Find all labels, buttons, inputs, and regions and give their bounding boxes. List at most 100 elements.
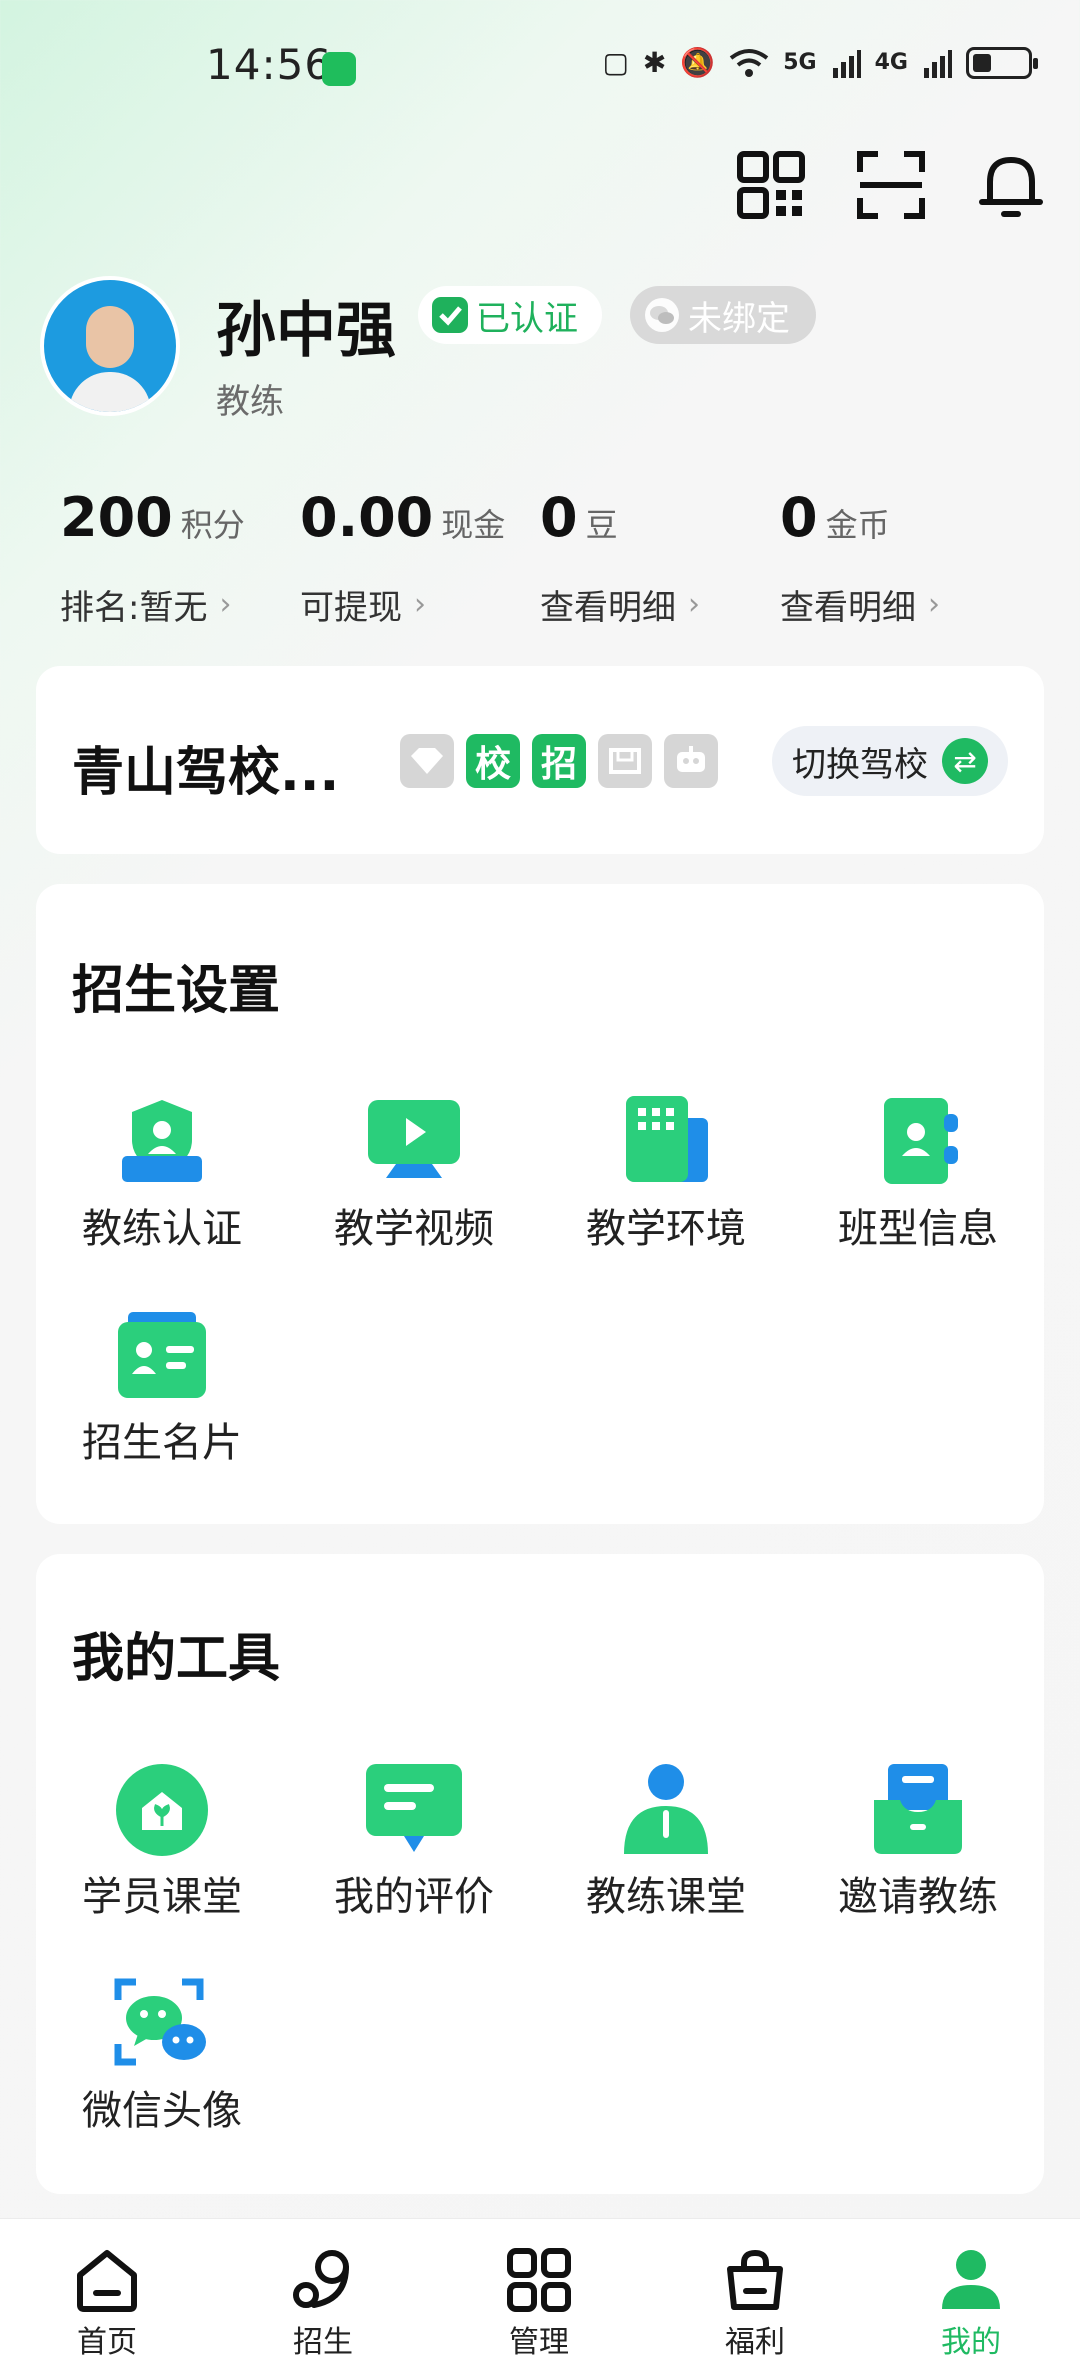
- signal-bars-icon: [924, 49, 952, 78]
- stat-link-label: 查看明细: [540, 588, 676, 628]
- user-name: 孙中强: [216, 296, 396, 366]
- nav-welfare[interactable]: 福利: [690, 2247, 820, 2361]
- teaching-video-item[interactable]: 教学视频: [288, 1094, 540, 1254]
- nav-profile[interactable]: 我的: [906, 2247, 1036, 2361]
- stat-unit: 积分: [180, 506, 245, 544]
- item-label: 教练认证: [82, 1206, 242, 1252]
- item-label: 我的评价: [334, 1874, 494, 1920]
- student-class-icon: [116, 1764, 208, 1856]
- manage-icon: [507, 2248, 571, 2312]
- my-review-icon: [366, 1764, 462, 1852]
- signal-5g: 5G: [783, 50, 817, 75]
- bluetooth-icon: ✱: [642, 46, 667, 79]
- mute-icon: 🔕: [680, 46, 716, 79]
- ranking-link[interactable]: 排名:暂无 ›: [60, 580, 231, 629]
- wechat-avatar-icon: [114, 1978, 206, 2066]
- school-tag: 校: [466, 734, 520, 788]
- stat-unit: 金币: [825, 506, 890, 544]
- enrollment-title: 招生设置: [72, 961, 281, 1021]
- signal-4g: 4G: [874, 50, 908, 75]
- item-label: 邀请教练: [838, 1874, 998, 1920]
- nav-label: 我的: [941, 2325, 1001, 2360]
- nav-label: 管理: [509, 2325, 569, 2360]
- teaching-environment-item[interactable]: 教学环境: [540, 1094, 792, 1254]
- wechat-unbound-badge[interactable]: 未绑定: [630, 286, 816, 344]
- class-type-item[interactable]: 班型信息: [792, 1094, 1044, 1254]
- stat-value: 200: [60, 486, 173, 549]
- chevron-right-icon: ›: [928, 587, 940, 622]
- wechat-icon: [645, 298, 679, 332]
- nav-label: 招生: [293, 2325, 353, 2360]
- swap-icon: ⇄: [942, 738, 988, 784]
- item-label: 教练课堂: [586, 1874, 746, 1920]
- switch-school-button[interactable]: 切换驾校 ⇄: [772, 726, 1008, 796]
- coach-class-icon: [624, 1764, 708, 1854]
- stat-link-label: 查看明细: [780, 588, 916, 628]
- coins-detail-link[interactable]: 查看明细 ›: [780, 580, 940, 629]
- invite-coach-item[interactable]: 邀请教练: [792, 1762, 1044, 1922]
- stat-unit: 现金: [441, 506, 506, 544]
- invite-coach-icon: [874, 1764, 962, 1854]
- robot-icon: [664, 734, 718, 788]
- enrollment-card-item[interactable]: 招生名片: [36, 1308, 288, 1468]
- diamond-icon: [400, 734, 454, 788]
- item-label: 教学视频: [334, 1206, 494, 1252]
- box-icon: [598, 734, 652, 788]
- nav-home[interactable]: 首页: [42, 2247, 172, 2361]
- item-label: 学员课堂: [82, 1874, 242, 1920]
- nav-enroll[interactable]: 招生: [258, 2247, 388, 2361]
- profile-icon: [942, 2250, 1000, 2309]
- item-label: 微信头像: [82, 2088, 242, 2134]
- stat-value: 0: [780, 486, 818, 549]
- enroll-icon: [293, 2250, 349, 2308]
- bottom-nav: 首页 招生 管理 福利 我的: [0, 2218, 1080, 2377]
- unbound-label: 未绑定: [688, 298, 790, 339]
- verified-badge[interactable]: 已认证: [418, 286, 602, 344]
- status-time: 14:56: [206, 40, 333, 89]
- welfare-icon: [727, 2249, 783, 2310]
- wechat-notification-icon: [322, 52, 356, 86]
- enroll-tag: 招: [532, 734, 586, 788]
- stat-link-label: 排名:暂无: [60, 588, 208, 628]
- verified-label: 已认证: [476, 298, 578, 339]
- school-name: 青山驾校...: [72, 743, 340, 803]
- stat-value: 0.00: [300, 486, 434, 549]
- stat-cash: 0.00 现金: [300, 486, 505, 549]
- item-label: 教学环境: [586, 1206, 746, 1252]
- student-class-item[interactable]: 学员课堂: [36, 1762, 288, 1922]
- coach-class-item[interactable]: 教练课堂: [540, 1762, 792, 1922]
- nav-label: 首页: [77, 2325, 137, 2360]
- battery-icon: [966, 46, 1038, 79]
- enrollment-card-icon: [118, 1312, 206, 1398]
- qr-code-icon[interactable]: [736, 150, 806, 220]
- stat-link-label: 可提现: [300, 588, 402, 628]
- nav-label: 福利: [725, 2325, 785, 2360]
- bell-icon[interactable]: [976, 150, 1046, 220]
- home-icon: [77, 2250, 137, 2312]
- teaching-environment-icon: [626, 1096, 708, 1182]
- scan-icon[interactable]: [856, 150, 926, 220]
- nav-manage[interactable]: 管理: [474, 2247, 604, 2361]
- chevron-right-icon: ›: [414, 587, 426, 622]
- coach-certify-icon: [122, 1100, 202, 1182]
- coach-certify-item[interactable]: 教练认证: [36, 1094, 288, 1254]
- switch-school-label: 切换驾校: [792, 744, 928, 785]
- wechat-avatar-item[interactable]: 微信头像: [36, 1976, 288, 2136]
- stat-beans: 0豆: [540, 486, 618, 549]
- nfc-icon: ▢: [602, 46, 629, 79]
- stat-unit: 豆: [585, 506, 618, 544]
- avatar[interactable]: [40, 276, 180, 416]
- stat-coins: 0 金币: [780, 486, 890, 549]
- check-icon: [432, 297, 468, 333]
- my-review-item[interactable]: 我的评价: [288, 1762, 540, 1922]
- tools-title: 我的工具: [72, 1629, 281, 1689]
- chevron-right-icon: ›: [219, 587, 232, 622]
- wifi-icon: [730, 48, 769, 77]
- signal-bars-icon: [832, 49, 861, 78]
- withdraw-link[interactable]: 可提现 ›: [300, 580, 426, 629]
- status-icons: ▢ ✱ 🔕 5G 4G: [602, 46, 1038, 79]
- beans-detail-link[interactable]: 查看明细 ›: [540, 580, 700, 629]
- item-label: 班型信息: [838, 1206, 998, 1252]
- stat-points: 200 积分: [60, 486, 245, 549]
- teaching-video-icon: [368, 1100, 460, 1178]
